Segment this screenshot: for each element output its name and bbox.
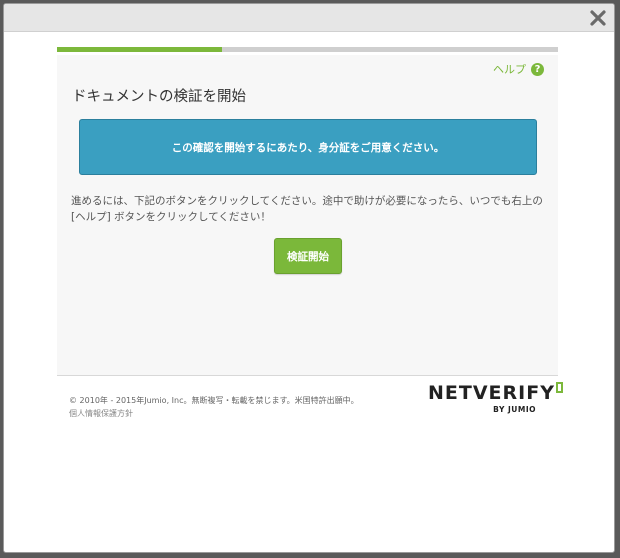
instructions-text: 進めるには、下記のボタンをクリックしてください。途中で助けが必要になったら、いつ…	[71, 195, 543, 223]
progress-fill	[57, 47, 223, 52]
copyright-text: © 2010年 - 2015年Jumio, Inc。無断複写・転載を禁じます。米…	[69, 396, 359, 405]
progress-bar	[57, 47, 558, 52]
netverify-logo: NETVERIFY BY JUMIO	[428, 382, 563, 420]
help-label[interactable]: ヘルプ	[493, 61, 526, 77]
main-panel: ヘルプ ? ドキュメントの検証を開始 この確認を開始するにあたり、身分証をご用意…	[57, 55, 558, 375]
logo-wordmark: NETVERIFY	[428, 382, 555, 404]
footer-divider	[57, 375, 558, 376]
help-icon[interactable]: ?	[531, 62, 544, 76]
page-title: ドキュメントの検証を開始	[72, 89, 246, 105]
logo-mark-icon	[555, 382, 563, 393]
logo-main: NETVERIFY	[428, 382, 563, 404]
start-verification-button[interactable]: 検証開始	[274, 238, 342, 274]
modal-header	[4, 4, 614, 32]
help-link[interactable]: ヘルプ ?	[493, 61, 544, 77]
close-icon[interactable]	[588, 8, 608, 28]
start-verification-label[interactable]: 検証開始	[287, 249, 329, 264]
logo-sub: BY JUMIO	[493, 405, 536, 414]
notice-banner: この確認を開始するにあたり、身分証をご用意ください。	[79, 119, 537, 175]
privacy-policy-link[interactable]: 個人情報保護方針	[69, 408, 133, 419]
notice-text: この確認を開始するにあたり、身分証をご用意ください。	[171, 141, 445, 154]
